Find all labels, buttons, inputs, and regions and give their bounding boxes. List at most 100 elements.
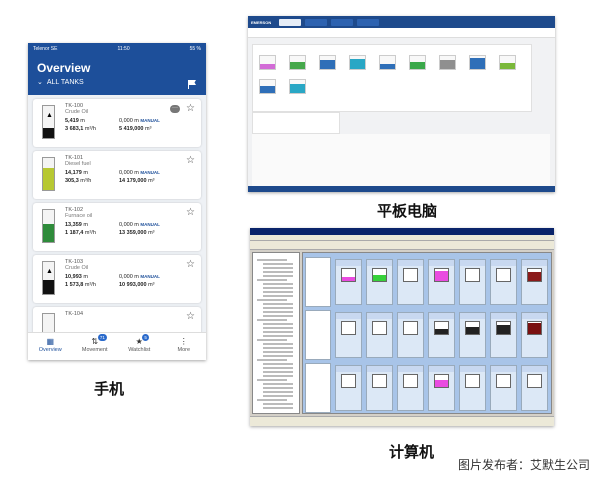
tab-movement[interactable] [331, 18, 353, 26]
tablet-tank-tile[interactable] [259, 79, 276, 94]
tree-node[interactable] [263, 311, 293, 313]
tablet-tank-tile[interactable] [379, 55, 396, 70]
tree-node[interactable] [263, 387, 293, 389]
desktop-tank-tile[interactable] [335, 312, 362, 358]
tank-card[interactable]: TK-102 Furnace oil 13,359 m 0,000 m MANU… [33, 203, 201, 251]
tank-card[interactable]: ▲ TK-103 Crude Oil 10,993 m 0,000 m MANU… [33, 255, 201, 303]
tree-node[interactable] [263, 295, 293, 297]
star-icon[interactable]: ☆ [186, 259, 195, 270]
tank-product: Furnace oil [65, 213, 93, 219]
desktop-tank-tile[interactable] [459, 365, 486, 411]
nav-overview[interactable]: ▦ Overview [28, 333, 73, 360]
nav-more[interactable]: ⋮ More [162, 333, 207, 360]
tree-node[interactable] [263, 267, 293, 269]
desktop-tank-tile[interactable] [397, 365, 424, 411]
desktop-tank-tile[interactable] [521, 312, 548, 358]
tree-node[interactable] [263, 391, 293, 393]
tree-node[interactable] [263, 355, 293, 357]
tile-header [367, 260, 392, 266]
desktop-tank-tile[interactable] [366, 365, 393, 411]
tank-level-unit: m [80, 118, 85, 124]
tree-node[interactable] [263, 291, 293, 293]
tree-node[interactable] [263, 395, 293, 397]
desktop-tank-tile[interactable] [335, 365, 362, 411]
tablet-tank-tile[interactable] [259, 55, 276, 70]
tree-node[interactable] [257, 339, 287, 341]
desktop-tank-tile[interactable] [521, 365, 548, 411]
tablet-tank-tile[interactable] [499, 55, 516, 70]
tree-node[interactable] [263, 327, 293, 329]
star-icon[interactable]: ☆ [186, 311, 195, 322]
tree-node[interactable] [263, 287, 293, 289]
nav-watchlist[interactable]: ★ Watchlist 5 [117, 333, 162, 360]
star-icon[interactable]: ☆ [186, 155, 195, 166]
tank-fill [440, 60, 455, 69]
tree-node[interactable] [257, 319, 287, 321]
nav-movement[interactable]: ⇅ Movement 71 [73, 333, 118, 360]
desktop-tank-tile[interactable] [490, 312, 517, 358]
tablet-tank-tile[interactable] [289, 55, 306, 70]
tablet-tank-tile[interactable] [439, 55, 456, 70]
tank-fill [404, 272, 417, 281]
tablet-tank-tile[interactable] [409, 55, 426, 70]
tree-node[interactable] [263, 275, 293, 277]
flag-icon[interactable] [187, 79, 197, 89]
tank-fill [435, 379, 448, 387]
tank-filter-dropdown[interactable]: ⌄ ALL TANKS [37, 78, 197, 87]
desktop-tank-tile[interactable] [397, 312, 424, 358]
tree-node[interactable] [263, 375, 293, 377]
tree-node[interactable] [263, 307, 293, 309]
desktop-tank-tile[interactable] [490, 365, 517, 411]
tree-node[interactable] [257, 359, 287, 361]
star-icon[interactable]: ☆ [186, 207, 195, 218]
tank-total: 14 179,000 [119, 178, 147, 184]
desktop-tank-tile[interactable] [366, 312, 393, 358]
tablet-tank-tile[interactable] [319, 55, 336, 70]
tree-node[interactable] [263, 351, 293, 353]
tree-node[interactable] [263, 315, 293, 317]
desktop-tank-tile[interactable] [428, 259, 455, 305]
desktop-tank-tile[interactable] [366, 259, 393, 305]
tree-node[interactable] [257, 259, 287, 261]
tree-node[interactable] [263, 335, 293, 337]
desktop-tank-tile[interactable] [459, 259, 486, 305]
desktop-tank-tile[interactable] [397, 259, 424, 305]
tree-node[interactable] [263, 403, 293, 405]
tree-node[interactable] [257, 379, 287, 381]
tank-card[interactable]: TK-101 Diesel fuel 14,179 m 0,000 m MANU… [33, 151, 201, 199]
tree-node[interactable] [263, 371, 293, 373]
tree-node[interactable] [263, 303, 293, 305]
tablet-tank-tile[interactable] [289, 79, 306, 94]
tank-vessel [372, 268, 387, 282]
tree-node[interactable] [263, 283, 293, 285]
tree-node[interactable] [263, 347, 293, 349]
tree-node[interactable] [257, 299, 287, 301]
tree-node[interactable] [257, 399, 287, 401]
tree-node[interactable] [263, 323, 293, 325]
desktop-tank-tile[interactable] [521, 259, 548, 305]
tab-inventory[interactable] [305, 18, 327, 26]
tablet-tank-tile[interactable] [469, 55, 486, 70]
tablet-tank-tile[interactable] [349, 55, 366, 70]
tree-node[interactable] [263, 263, 293, 265]
tree-node[interactable] [263, 271, 293, 273]
tree-node[interactable] [263, 363, 293, 365]
tab-watchlist[interactable] [357, 18, 379, 26]
desktop-tank-tile[interactable] [335, 259, 362, 305]
tree-node[interactable] [263, 343, 293, 345]
tree-node[interactable] [257, 279, 287, 281]
star-icon[interactable]: ☆ [186, 103, 195, 114]
desktop-tank-tile[interactable] [490, 259, 517, 305]
tree-node[interactable] [263, 383, 293, 385]
tank-card[interactable]: ▲ TK-100 Crude Oil 5,419 m 0,000 m MANUA… [33, 99, 201, 147]
tank-flow: 0,000 [119, 118, 133, 124]
comment-icon[interactable]: ··· [170, 105, 180, 113]
tree-node[interactable] [263, 407, 293, 409]
desktop-tank-tile[interactable] [428, 312, 455, 358]
tree-node[interactable] [263, 331, 293, 333]
desktop-tank-tile[interactable] [459, 312, 486, 358]
tab-overview[interactable] [279, 18, 301, 26]
desktop-tank-tile[interactable] [428, 365, 455, 411]
empty-area [252, 134, 550, 186]
tree-node[interactable] [263, 367, 293, 369]
